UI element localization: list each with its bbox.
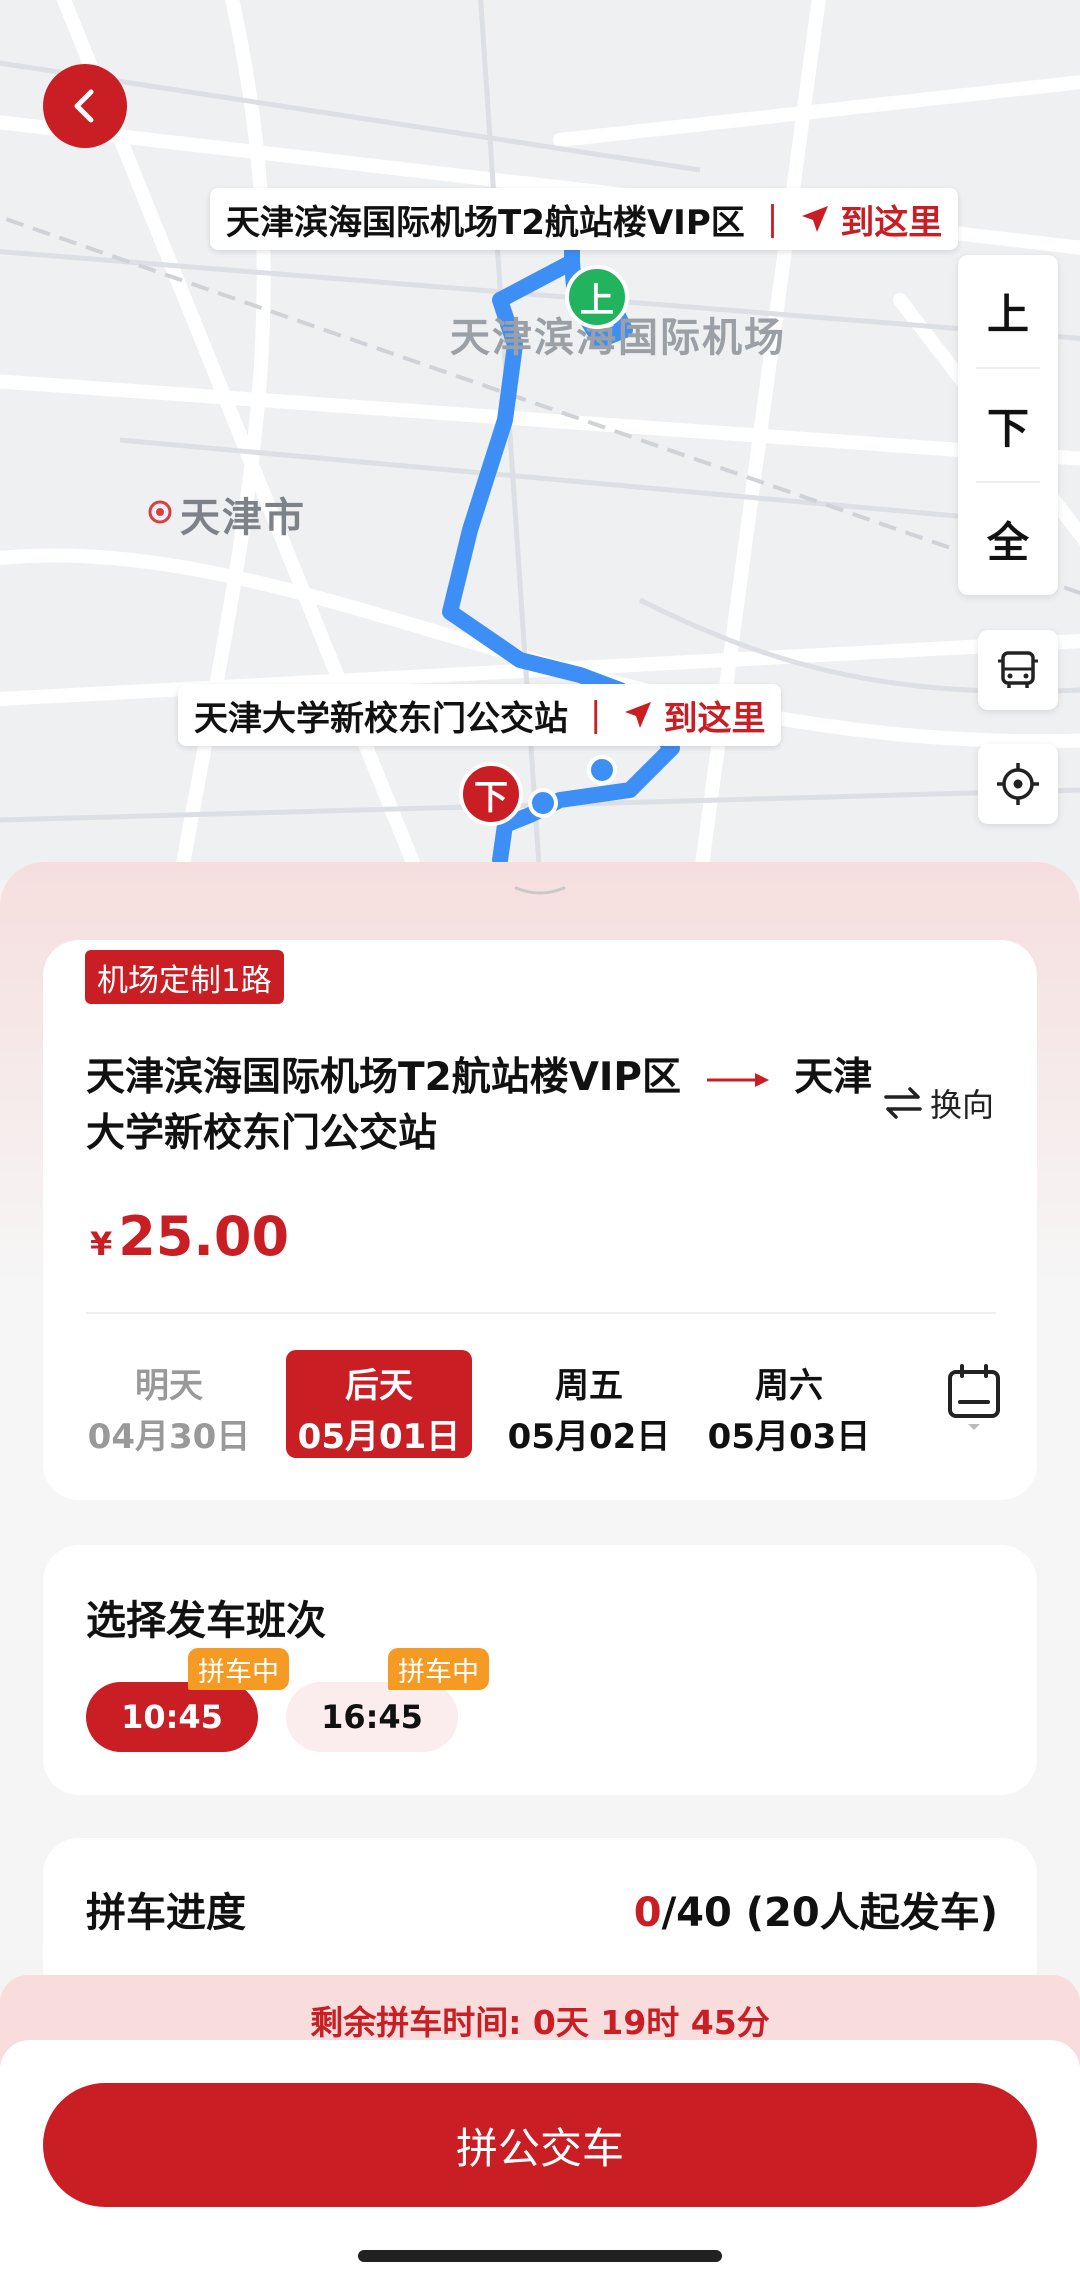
arrow-right-icon xyxy=(706,1072,769,1087)
schedule-title: 选择发车班次 xyxy=(86,1598,326,1644)
start-stop-name: 天津滨海国际机场T2航站楼VIP区 xyxy=(226,202,745,243)
date-day: 后天 xyxy=(345,1366,413,1406)
bus-locate-button[interactable] xyxy=(978,630,1058,710)
navigate-arrow-icon xyxy=(802,206,829,232)
end-stop-callout[interactable]: 天津大学新校东门公交站 | 到这里 xyxy=(178,684,782,746)
chevron-left-icon xyxy=(74,89,94,123)
departure-time-label: 16:45 xyxy=(321,1698,423,1736)
swap-label: 换向 xyxy=(930,1086,995,1124)
map-roads xyxy=(0,0,1080,880)
date-option-saturday[interactable]: 周六 05月03日 xyxy=(696,1350,882,1458)
date-option-selected[interactable]: 后天 05月01日 xyxy=(286,1350,472,1458)
progress-count: 0/40 (20人起发车) xyxy=(634,1880,998,1938)
progress-total: /40 (20人起发车) xyxy=(661,1890,998,1936)
date-value: 05月01日 xyxy=(297,1417,461,1457)
end-stop-pin[interactable]: 下 xyxy=(459,762,523,826)
home-indicator[interactable] xyxy=(358,2250,722,2262)
date-day: 周五 xyxy=(555,1366,623,1406)
departure-time-1045[interactable]: 10:45 xyxy=(86,1682,258,1752)
join-bus-button[interactable]: 拼公交车 xyxy=(43,2083,1037,2207)
go-to-start-button[interactable]: 上 xyxy=(958,255,1058,367)
price-amount: 25.00 xyxy=(118,1205,290,1268)
start-stop-pin[interactable]: 上 xyxy=(565,265,629,329)
date-value: 05月03日 xyxy=(707,1417,871,1457)
navigate-arrow-icon xyxy=(625,702,652,728)
join-bus-label: 拼公交车 xyxy=(455,2123,624,2173)
carpool-badge: 拼车中 xyxy=(188,1648,289,1690)
date-day: 明天 xyxy=(135,1366,203,1406)
progress-title: 拼车进度 xyxy=(86,1890,246,1936)
carpool-badge: 拼车中 xyxy=(388,1648,489,1690)
sheet-drag-handle-icon[interactable] xyxy=(514,886,566,896)
ticket-price: ¥ 25.00 xyxy=(90,1205,289,1268)
divider xyxy=(86,1312,996,1314)
route-tag: 机场定制1路 xyxy=(85,950,284,1004)
departure-time-1645[interactable]: 16:45 xyxy=(286,1682,458,1752)
city-map-label: 天津市 xyxy=(180,495,306,541)
swap-direction-button[interactable]: 换向 xyxy=(882,1080,994,1126)
date-value: 04月30日 xyxy=(87,1417,251,1457)
date-value: 05月02日 xyxy=(507,1417,671,1457)
remaining-time-text: 剩余拼车时间: 0天 19时 45分 xyxy=(310,2003,770,2042)
callout-separator: | xyxy=(590,695,602,735)
departure-time-label: 10:45 xyxy=(121,1698,223,1736)
start-navigate-link[interactable]: 到这里 xyxy=(800,195,942,244)
start-navigate-label: 到这里 xyxy=(840,202,943,243)
my-location-button[interactable] xyxy=(978,744,1058,824)
swap-arrows-icon xyxy=(884,1087,922,1119)
callout-separator: | xyxy=(766,199,779,239)
end-stop-name: 天津大学新校东门公交站 xyxy=(194,698,568,739)
start-stop-callout[interactable]: 天津滨海国际机场T2航站楼VIP区 | 到这里 xyxy=(210,188,959,250)
map-zoom-tools: 上 下 全 xyxy=(958,255,1058,595)
back-button[interactable] xyxy=(43,64,127,148)
currency-symbol: ¥ xyxy=(90,1225,113,1263)
bus-icon xyxy=(998,651,1038,688)
show-all-button[interactable]: 全 xyxy=(976,481,1040,595)
date-option-friday[interactable]: 周五 05月02日 xyxy=(496,1350,682,1458)
end-navigate-label: 到这里 xyxy=(663,698,766,739)
locate-crosshair-icon xyxy=(997,763,1039,805)
calendar-icon xyxy=(948,1364,1000,1430)
date-day: 周六 xyxy=(755,1366,823,1406)
route-map[interactable]: 天津滨海国际机场 天津市 xyxy=(0,0,1080,880)
progress-current: 0 xyxy=(633,1890,662,1936)
route-from: 天津滨海国际机场T2航站楼VIP区 xyxy=(86,1055,682,1100)
end-navigate-link[interactable]: 到这里 xyxy=(623,691,765,740)
date-option-tomorrow[interactable]: 明天 04月30日 xyxy=(76,1350,262,1458)
calendar-button[interactable] xyxy=(944,1362,1004,1438)
route-title: 天津滨海国际机场T2航站楼VIP区 天津大学新校东门公交站 xyxy=(86,1050,876,1162)
go-to-end-button[interactable]: 下 xyxy=(976,367,1040,481)
